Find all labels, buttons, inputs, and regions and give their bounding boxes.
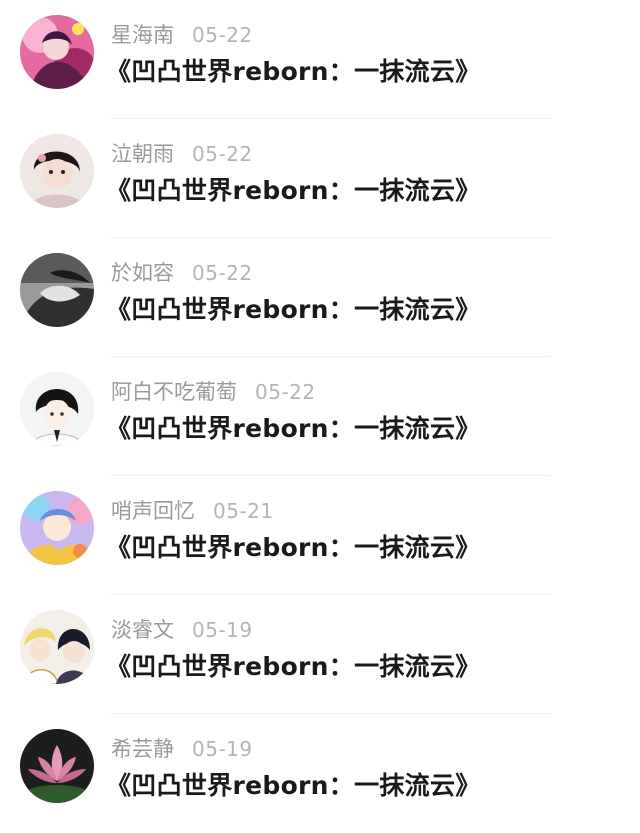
comment-date: 05-22 [255,380,316,404]
anime-girl-pink-avatar-icon[interactable] [20,15,94,89]
comment-text: 《凹凸世界reborn：一抹流云》 [106,652,481,681]
comment-meta: 星海南 05-22 [111,20,253,50]
comment-date: 05-22 [192,261,253,285]
anime-duo-avatar-icon[interactable] [20,610,94,684]
comment-meta: 阿白不吃葡萄 05-22 [111,377,316,407]
comment-date: 05-22 [192,23,253,47]
comment-text: 《凹凸世界reborn：一抹流云》 [106,414,481,443]
comment-text: 《凹凸世界reborn：一抹流云》 [106,771,481,800]
username[interactable]: 泣朝雨 [111,142,174,166]
lotus-flower-avatar-icon[interactable] [20,729,94,803]
comment-item[interactable]: 希芸静 05-19 《凹凸世界reborn：一抹流云》 [0,714,640,833]
comment-meta: 希芸静 05-19 [111,734,253,764]
comment-text: 《凹凸世界reborn：一抹流云》 [106,176,481,205]
username[interactable]: 於如容 [111,261,174,285]
comment-item[interactable]: 淡睿文 05-19 《凹凸世界reborn：一抹流云》 [0,595,640,714]
comment-meta: 於如容 05-22 [111,258,253,288]
username[interactable]: 希芸静 [111,737,174,761]
comment-item[interactable]: 哨声回忆 05-21 《凹凸世界reborn：一抹流云》 [0,476,640,595]
anime-boy-dark-hair-avatar-icon[interactable] [20,372,94,446]
comment-item[interactable]: 星海南 05-22 《凹凸世界reborn：一抹流云》 [0,0,640,119]
comment-meta: 哨声回忆 05-21 [111,496,274,526]
comment-meta: 泣朝雨 05-22 [111,139,253,169]
comment-text: 《凹凸世界reborn：一抹流云》 [106,295,481,324]
comment-date: 05-21 [213,499,274,523]
comment-text: 《凹凸世界reborn：一抹流云》 [106,57,481,86]
username[interactable]: 淡睿文 [111,618,174,642]
username[interactable]: 阿白不吃葡萄 [111,380,237,404]
comment-date: 05-19 [192,737,253,761]
comment-item[interactable]: 泣朝雨 05-22 《凹凸世界reborn：一抹流云》 [0,119,640,238]
username[interactable]: 星海南 [111,23,174,47]
comment-item[interactable]: 於如容 05-22 《凹凸世界reborn：一抹流云》 [0,238,640,357]
username[interactable]: 哨声回忆 [111,499,195,523]
comment-date: 05-22 [192,142,253,166]
comment-text: 《凹凸世界reborn：一抹流云》 [106,533,481,562]
child-photo-avatar-icon[interactable] [20,134,94,208]
grayscale-portrait-avatar-icon[interactable] [20,253,94,327]
comment-item[interactable]: 阿白不吃葡萄 05-22 《凹凸世界reborn：一抹流云》 [0,357,640,476]
colorful-anime-avatar-icon[interactable] [20,491,94,565]
comment-date: 05-19 [192,618,253,642]
comment-meta: 淡睿文 05-19 [111,615,253,645]
